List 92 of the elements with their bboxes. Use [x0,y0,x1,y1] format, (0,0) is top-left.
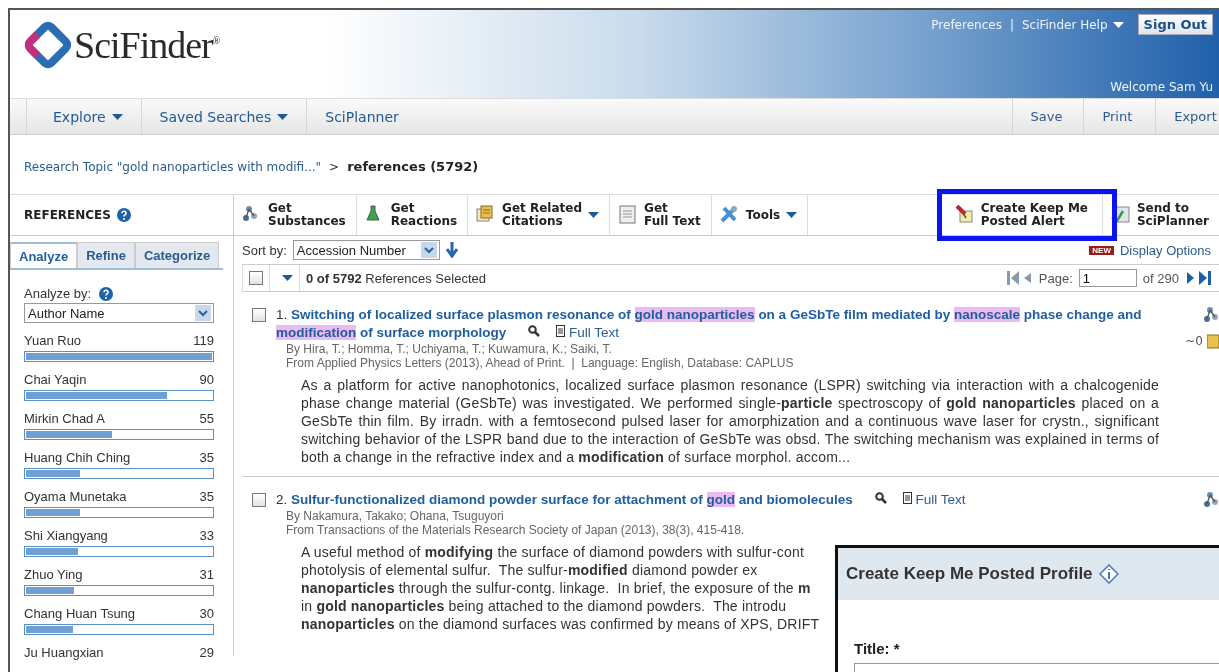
nav-menu[interactable]: SciPlanner [306,99,417,134]
logo-icon [24,21,72,69]
author-count: 33 [199,528,214,543]
tools-icon [719,205,740,225]
breadcrumb-link[interactable]: Research Topic "gold nanoparticles with modifi..." [24,159,322,174]
dropdown-icon [195,305,211,321]
author-count: 35 [199,489,214,504]
help-icon [116,208,131,222]
pushpin-icon [954,205,975,225]
display-options-link[interactable]: Display Options [1119,242,1219,258]
select-field[interactable]: Author Name [24,303,214,323]
reference-title[interactable]: 2. Sulfur-functionalized diamond powder surface for attachment of gold and biomolecules Full Text [276,491,1169,509]
dialog-title: Create Keep Me Posted Profile [846,564,1093,584]
nav-button[interactable]: Print [1083,99,1156,134]
author-count: 31 [199,567,214,582]
toolbar-button[interactable]: Get Full Text [610,195,712,235]
molecule-icon [1203,491,1219,509]
abstract-text: nanoparticles on the diamond surfaces was confirmed by means of XPS, DRIFT [301,615,820,633]
author-name[interactable]: Chai Yaqin [24,372,87,387]
reference-authors: By Hira, T.; Homma, T.; Uchiyama, T.; Kuwamura, K.; Saiki, T. [285,342,613,356]
reference-authors: By Nakamura, Takako; Ohana, Tsuguyori [285,509,505,523]
caret-icon [282,275,293,281]
author-count: 55 [199,411,214,426]
tab[interactable]: Categorize [134,242,220,268]
selection-summary: 0 of 5792 References Selected [306,270,486,286]
full-text-link[interactable]: Full Text [569,325,620,340]
author-name[interactable]: Shi Xiangyang [24,528,108,543]
page-total: of 290 [1142,270,1179,286]
author-name[interactable]: Oyama Munetaka [24,489,127,504]
tab[interactable]: Refine [77,242,135,268]
reference-source: From Applied Physics Letters (2013), Ahead of Print. | Language: English, Database: CAPLUS [285,356,795,370]
section-title: REFERENCES [24,208,111,222]
first-page-icon [1006,271,1033,285]
toolbar-button[interactable]: Get Related Citations [468,195,611,235]
molecule-icon [1203,306,1219,324]
help-icon [99,286,114,301]
abstract-text: As a platform for active nanophotonics, localized surface plasmon resonance (LSPR) switching via interaction with a chalcogenide phase change material (GeSbTe) was investigated. We performed single-particle spectroscopy of gold nanoparticles placed on a GeSbTe thin film. By irradn. with a femtosecond pulsed laser for amorphization and a continuous wave laser for crystn., significant switching behavior of the LSPR band due to the interaction of GeSbTe was obsd. The switching mechanism was explained in terms of both a change in the refractive index and a modification of surface morphol. accom... [301,376,1159,466]
author-count: 35 [199,450,214,465]
author-count: 29 [199,645,214,660]
author-name[interactable]: Mirkin Chad A [24,411,105,426]
author-name[interactable]: Chang Huan Tsung [24,606,136,621]
toolbar-button[interactable]: Send to SciPlanner [1102,195,1219,235]
sort-label: Sort by: [242,242,287,258]
document-icon [618,205,639,225]
down-arrow-icon [445,242,458,258]
document-icon [902,492,912,504]
reference-title[interactable]: 1. Switching of localized surface plasmon resonance of gold nanoparticles on a GeSbTe film mediated by nanoscale phase change and modification of surface morphology Full Text [276,306,1169,342]
breadcrumb-current: references (5792) [347,159,479,174]
author-count: 90 [199,372,214,387]
author-name[interactable]: Zhuo Ying [24,567,83,582]
breadcrumb-separator: > [329,159,340,174]
abstract-text: in gold nanoparticles being attached to the diamond powders. The introdu [301,597,787,615]
field-label: Title: * [854,640,901,657]
document-icon [556,325,566,337]
new-badge: NEW [1089,245,1114,255]
author-name[interactable]: Huang Chih Ching [24,450,131,465]
abstract-text: photolysis of elemental sulfur. The sulfur-modified diamond powder ex [301,561,758,579]
last-page-icon [1185,271,1211,285]
toolbar-button[interactable]: Tools [711,195,809,235]
page-field[interactable]: 1 [1078,269,1137,287]
toolbar-button[interactable]: Create Keep Me Posted Alert [940,195,1103,235]
nav-menu[interactable]: Saved Searches [140,99,307,134]
logo-text: SciFinder$^{®}$ [74,23,220,67]
nav-menu[interactable]: Explore [26,99,141,134]
author-name[interactable]: Yuan Ruo [24,333,82,348]
toolbar-button[interactable]: Get Reactions [356,195,469,235]
header-link[interactable]: SciFinder Help [1021,17,1124,32]
checkbox[interactable] [252,493,266,507]
author-name[interactable]: Ju Huangxian [24,645,104,660]
select-field[interactable]: Accession Number [292,240,440,260]
citing-count: ~0 [1185,334,1203,348]
nav-button[interactable]: Export [1155,99,1219,134]
nav-button[interactable]: Save [1011,99,1084,134]
dropdown-icon [420,242,437,258]
search-icon [874,492,887,504]
page-label: Page: [1038,270,1073,286]
search-icon [528,325,541,337]
author-count: 119 [193,333,214,348]
reference-source: From Transactions of the Materials Research Society of Japan (2013), 38(3), 415-418. [285,523,746,537]
analyze-label: Analyze by: [24,286,92,301]
tab[interactable]: Analyze [10,242,78,268]
info-icon [1098,564,1119,584]
sign-out-button[interactable]: Sign Out [1137,14,1213,35]
welcome-text: Welcome Sam Yu [1110,80,1213,94]
abstract-text: nanoparticles through the sulfur-contg. linkage. In brief, the exposure of the m [301,579,811,597]
author-count: 30 [199,606,214,621]
toolbar-button[interactable]: Get Substances [234,195,357,235]
checkbox[interactable] [252,308,266,322]
separator: | [1009,17,1014,32]
checkbox[interactable] [249,271,263,285]
full-text-link[interactable]: Full Text [915,492,966,507]
abstract-text: A useful method of modifying the surface of diamond powders with sulfur-cont [301,543,805,561]
